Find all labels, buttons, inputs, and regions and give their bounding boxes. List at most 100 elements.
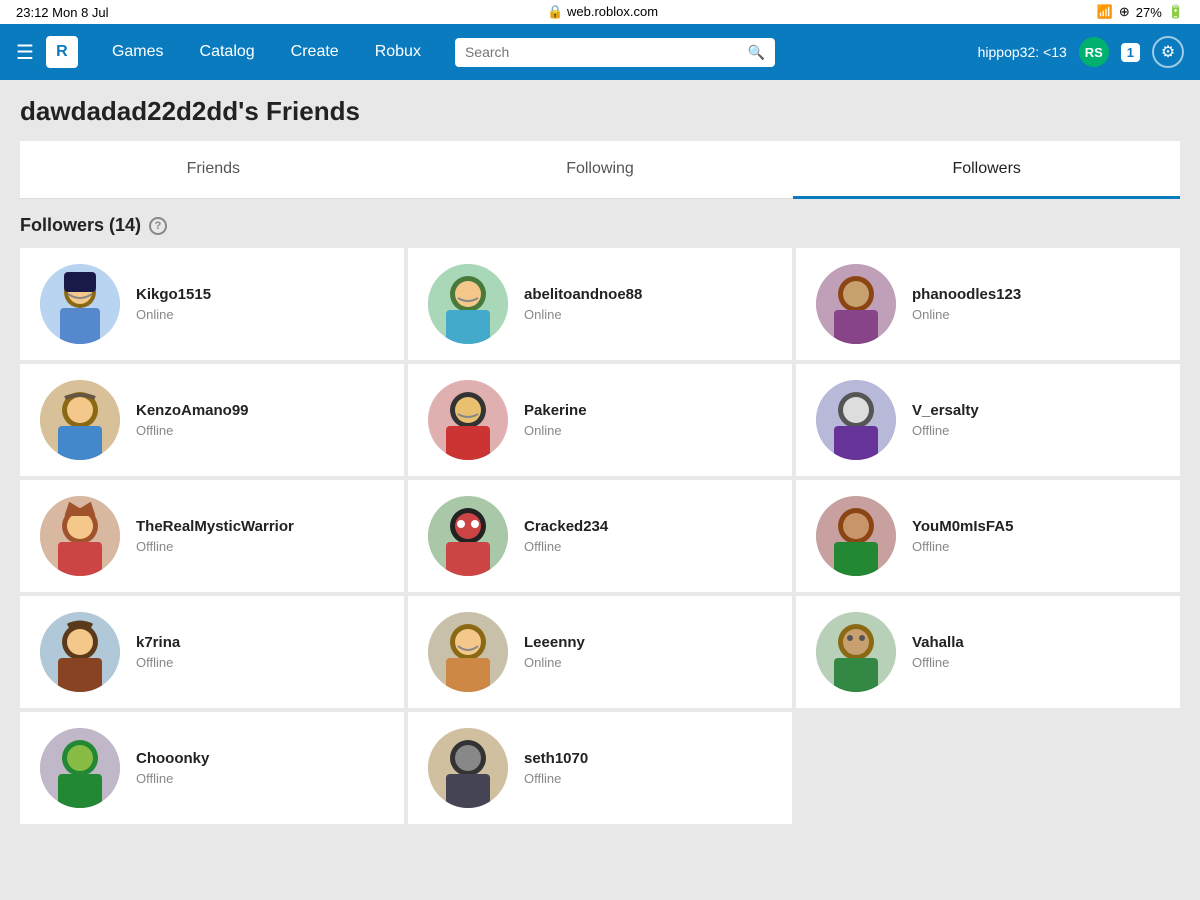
friend-info: KenzoAmano99 Offline (136, 402, 384, 438)
friend-card[interactable]: Cracked234 Offline (408, 480, 792, 592)
friend-name: k7rina (136, 634, 384, 651)
friend-avatar (40, 612, 120, 692)
friend-status: Online (136, 307, 384, 322)
friend-info: Cracked234 Offline (524, 518, 772, 554)
friend-info: seth1070Offline (524, 750, 772, 786)
friend-status: Offline (136, 539, 384, 554)
tab-friends[interactable]: Friends (20, 142, 407, 199)
tab-following[interactable]: Following (407, 142, 794, 199)
friend-name: abelitoandnoe88 (524, 286, 772, 303)
followers-heading: Followers (14) ? (20, 215, 1180, 236)
friend-card[interactable]: phanoodles123 Online (796, 248, 1180, 360)
friend-avatar (428, 496, 508, 576)
friend-info: k7rina Offline (136, 634, 384, 670)
tab-followers[interactable]: Followers (793, 142, 1180, 199)
followers-count-label: Followers (14) (20, 215, 141, 236)
friend-status: Offline (136, 655, 384, 670)
friend-status: Online (524, 423, 772, 438)
friend-avatar (816, 612, 896, 692)
hamburger-menu[interactable]: ☰ (16, 40, 34, 65)
friend-card[interactable]: Pakerine Online (408, 364, 792, 476)
nav-right: hippop32: <13 RS 1 ⚙ (978, 36, 1184, 68)
friend-status: Offline (136, 771, 384, 786)
friend-avatar (428, 264, 508, 344)
friend-card[interactable]: Leeenny Online (408, 596, 792, 708)
friend-avatar (428, 728, 508, 808)
friend-avatar (40, 728, 120, 808)
friend-card[interactable]: Chooonky Offline (20, 712, 404, 824)
friend-status: Offline (136, 423, 384, 438)
friend-info: abelitoandnoe88Online (524, 286, 772, 322)
search-icon: 🔍 (748, 44, 765, 61)
friend-status: Offline (912, 655, 1160, 670)
friend-card[interactable]: Kikgo1515 Online (20, 248, 404, 360)
friend-name: TheRealMysticWarrior (136, 518, 384, 535)
page-content: dawdadad22d2dd's Friends Friends Followi… (0, 80, 1200, 856)
friend-name: Chooonky (136, 750, 384, 767)
username-label: hippop32: <13 (978, 44, 1067, 60)
friend-name: phanoodles123 (912, 286, 1160, 303)
search-input[interactable] (465, 44, 742, 60)
nav-create[interactable]: Create (273, 24, 357, 80)
nav-games[interactable]: Games (94, 24, 182, 80)
friend-name: Pakerine (524, 402, 772, 419)
notification-badge[interactable]: 1 (1121, 43, 1140, 62)
battery-text: 27% (1136, 5, 1162, 20)
friend-card[interactable]: abelitoandnoe88Online (408, 248, 792, 360)
friend-name: V_ersalty (912, 402, 1160, 419)
friend-status: Online (912, 307, 1160, 322)
friend-avatar (816, 264, 896, 344)
settings-icon[interactable]: ⚙ (1152, 36, 1184, 68)
friend-status: Offline (912, 423, 1160, 438)
friend-info: Leeenny Online (524, 634, 772, 670)
friend-info: Kikgo1515 Online (136, 286, 384, 322)
followers-section: Followers (14) ? Kikgo1515 Online abelitoa… (20, 199, 1180, 840)
friend-name: Cracked234 (524, 518, 772, 535)
friend-avatar (40, 380, 120, 460)
status-bar: 23:12 Mon 8 Jul 🔒 web.roblox.com 📶 ⊕ 27%… (0, 0, 1200, 24)
battery-icon: 🔋 (1168, 4, 1184, 20)
friend-card[interactable]: V_ersalty Offline (796, 364, 1180, 476)
friend-info: TheRealMysticWarrior Offline (136, 518, 384, 554)
status-url: 🔒 web.roblox.com (547, 4, 658, 20)
followers-grid: Kikgo1515Onlineabelitoandnoe88Onlinephan… (20, 248, 1180, 824)
friend-info: YouM0mIsFA5Offline (912, 518, 1160, 554)
friend-card[interactable]: Vahalla Offline (796, 596, 1180, 708)
nav-links: Games Catalog Create Robux (94, 24, 439, 80)
friend-info: phanoodles123 Online (912, 286, 1160, 322)
page-title: dawdadad22d2dd's Friends (20, 96, 1180, 127)
robux-icon[interactable]: RS (1079, 37, 1109, 67)
friend-name: Leeenny (524, 634, 772, 651)
friend-avatar (428, 380, 508, 460)
status-time: 23:12 Mon 8 Jul (16, 5, 109, 20)
friend-avatar (816, 380, 896, 460)
friend-status: Offline (524, 539, 772, 554)
friend-avatar (428, 612, 508, 692)
friend-avatar (40, 496, 120, 576)
friend-card[interactable]: seth1070Offline (408, 712, 792, 824)
friend-info: Chooonky Offline (136, 750, 384, 786)
nav-catalog[interactable]: Catalog (182, 24, 273, 80)
navbar: ☰ R Games Catalog Create Robux 🔍 hippop3… (0, 24, 1200, 80)
friend-status: Online (524, 655, 772, 670)
roblox-logo[interactable]: R (46, 36, 78, 68)
friend-card[interactable]: TheRealMysticWarrior Offline (20, 480, 404, 592)
friend-card[interactable]: k7rina Offline (20, 596, 404, 708)
friend-name: Vahalla (912, 634, 1160, 651)
friend-name: YouM0mIsFA5 (912, 518, 1160, 535)
wifi-icon: 📶 (1097, 4, 1113, 20)
status-right: 📶 ⊕ 27% 🔋 (1097, 4, 1184, 20)
friend-card[interactable]: YouM0mIsFA5Offline (796, 480, 1180, 592)
tabs-container: Friends Following Followers (20, 141, 1180, 199)
friend-avatar (816, 496, 896, 576)
help-icon[interactable]: ? (149, 217, 167, 235)
friend-card[interactable]: KenzoAmano99 Offline (20, 364, 404, 476)
friend-name: Kikgo1515 (136, 286, 384, 303)
friend-status: Offline (524, 771, 772, 786)
search-bar[interactable]: 🔍 (455, 38, 775, 67)
nav-robux[interactable]: Robux (357, 24, 439, 80)
friend-name: KenzoAmano99 (136, 402, 384, 419)
friend-info: V_ersalty Offline (912, 402, 1160, 438)
friend-avatar (40, 264, 120, 344)
signal-icon: ⊕ (1119, 4, 1130, 20)
